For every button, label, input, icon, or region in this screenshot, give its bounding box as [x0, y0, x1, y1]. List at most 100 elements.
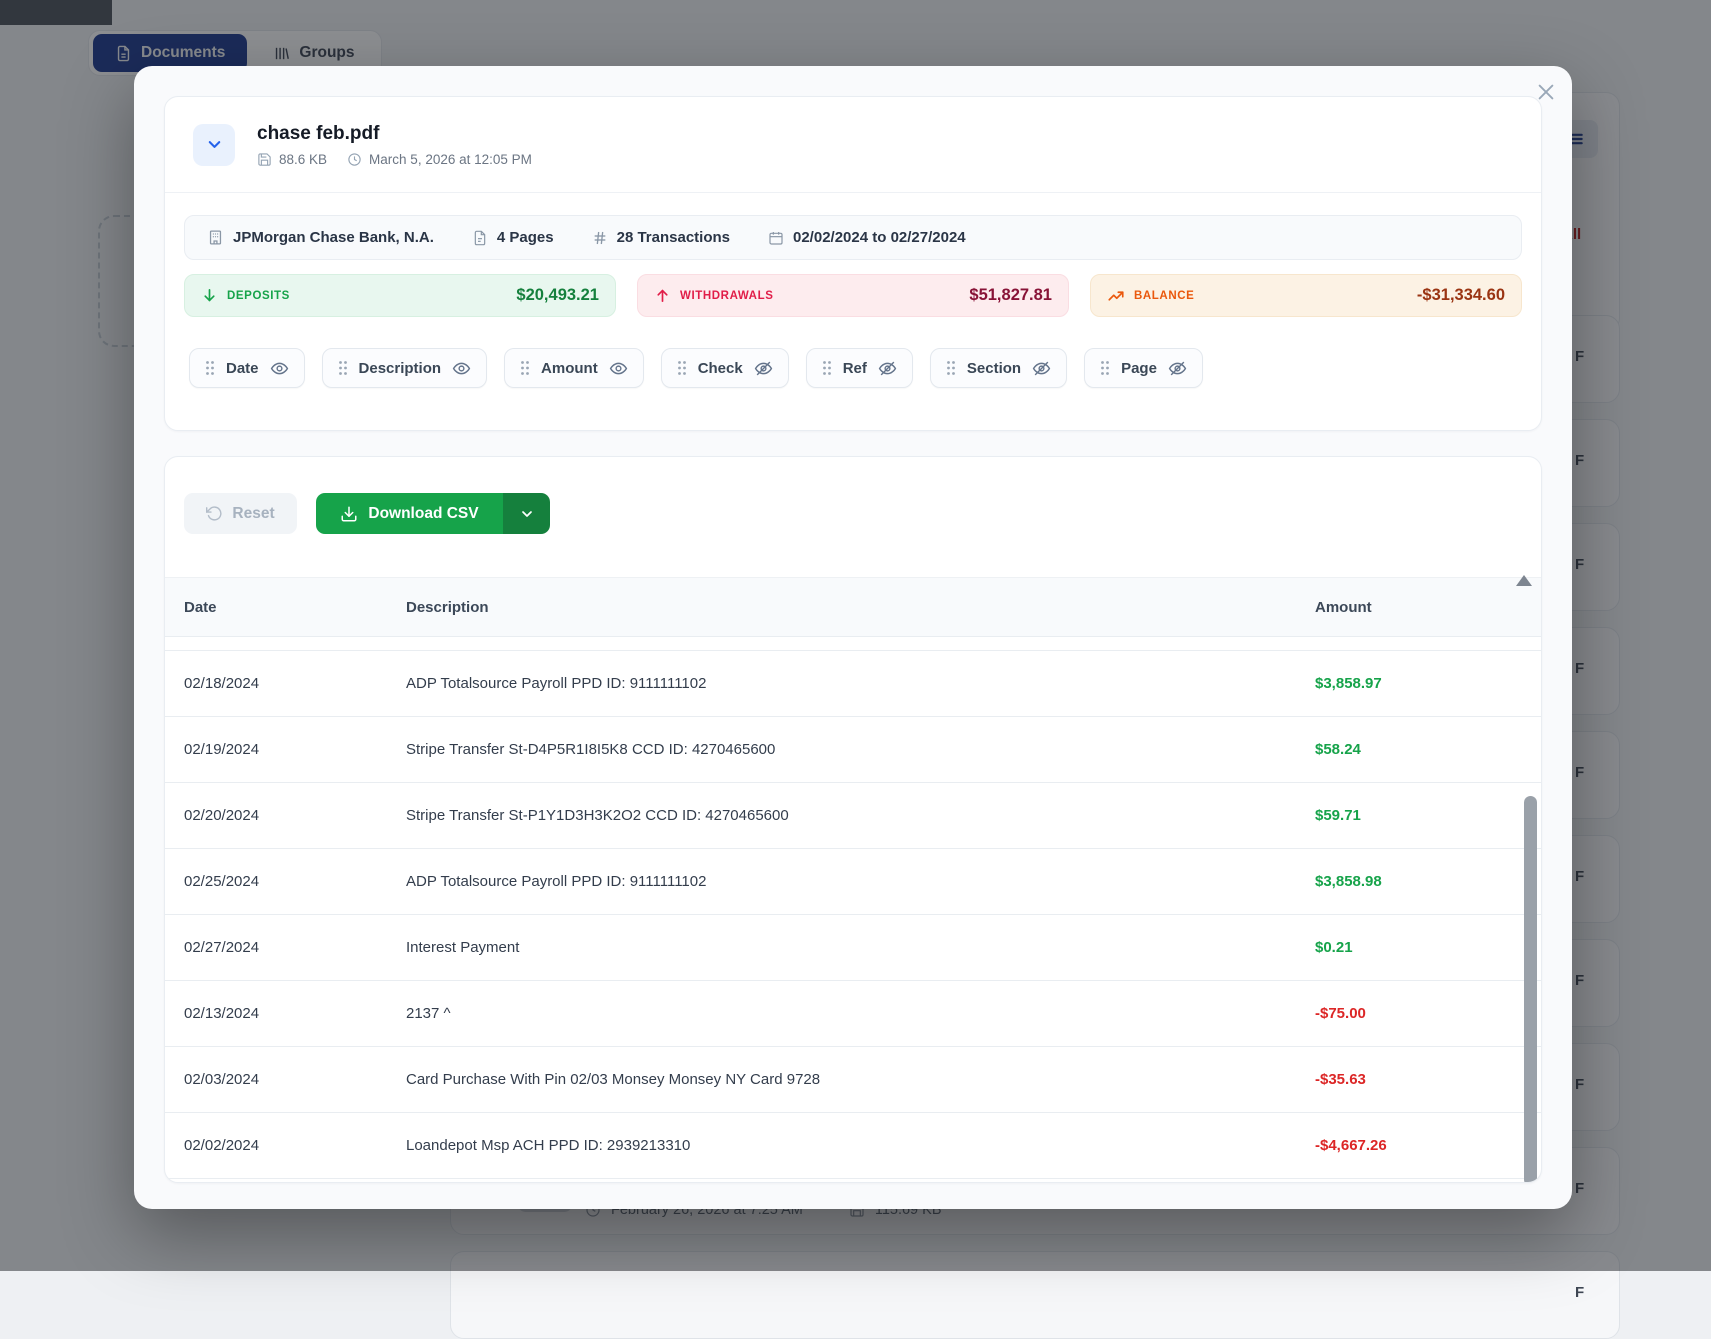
trend-up-icon [1107, 287, 1125, 305]
eye-icon[interactable] [270, 359, 289, 378]
collapse-toggle-button[interactable] [193, 124, 235, 166]
transaction-date: 02/03/2024 [184, 1071, 406, 1088]
transaction-description: Interest Payment [406, 939, 1315, 956]
page-count-item: 4 Pages [472, 229, 554, 246]
transaction-date: 02/19/2024 [184, 741, 406, 758]
file-modified-item: March 5, 2026 at 12:05 PM [347, 152, 532, 167]
column-chip-label: Check [698, 360, 743, 377]
scroll-up-arrow[interactable] [1516, 575, 1532, 586]
transaction-amount: $59.71 [1315, 807, 1522, 824]
drag-handle-icon[interactable] [520, 360, 530, 376]
file-header-row: chase feb.pdf 88.6 KB March 5, 2026 at 1… [165, 97, 1541, 193]
reset-button[interactable]: Reset [184, 493, 297, 534]
table-row: 02/03/2024 Card Purchase With Pin 02/03 … [165, 1047, 1541, 1113]
drag-handle-icon[interactable] [822, 360, 832, 376]
table-row: 02/27/2024 Interest Payment $0.21 [165, 915, 1541, 981]
arrow-down-icon [201, 287, 218, 304]
summary-cards-row: DEPOSITS $20,493.21 WITHDRAWALS $51,827.… [184, 274, 1522, 317]
transaction-amount: -$75.00 [1315, 1005, 1522, 1022]
calendar-icon [768, 230, 784, 246]
page-count: 4 Pages [497, 229, 554, 246]
summary-card: WITHDRAWALS $51,827.81 [637, 274, 1069, 317]
column-chip-label: Amount [541, 360, 598, 377]
drag-handle-icon[interactable] [677, 360, 687, 376]
disk-icon [257, 152, 272, 167]
table-row: 02/25/2024 ADP Totalsource Payroll PPD I… [165, 849, 1541, 915]
transaction-count: 28 Transactions [617, 229, 730, 246]
column-toggle-chip[interactable]: Page [1084, 348, 1203, 388]
download-icon [340, 505, 358, 523]
scrollbar-thumb[interactable] [1524, 796, 1537, 1183]
date-range-item: 02/02/2024 to 02/27/2024 [768, 229, 966, 246]
transaction-date: 02/02/2024 [184, 1137, 406, 1154]
column-toggle-chip[interactable]: Ref [806, 348, 913, 388]
table-row: 02/18/2024 ADP Totalsource Payroll PPD I… [165, 651, 1541, 717]
column-toggle-chip[interactable]: Date [189, 348, 305, 388]
summary-label: DEPOSITS [227, 290, 290, 302]
drag-handle-icon[interactable] [946, 360, 956, 376]
transaction-description: Card Purchase With Pin 02/03 Monsey Mons… [406, 1071, 1315, 1088]
bank-name-item: JPMorgan Chase Bank, N.A. [207, 229, 434, 246]
date-range: 02/02/2024 to 02/27/2024 [793, 229, 966, 246]
transaction-description: Stripe Transfer St-D4P5R1I8I5K8 CCD ID: … [406, 741, 1315, 758]
header-amount: Amount [1315, 599, 1522, 616]
download-csv-label: Download CSV [368, 505, 478, 523]
transaction-amount: $3,858.97 [1315, 675, 1522, 692]
transaction-date: 02/27/2024 [184, 939, 406, 956]
summary-value: $20,493.21 [516, 286, 599, 305]
column-chip-label: Ref [843, 360, 867, 377]
transaction-description: 2137 ^ [406, 1005, 1315, 1022]
transaction-description: Loandepot Msp ACH PPD ID: 2939213310 [406, 1137, 1315, 1154]
file-size-item: 88.6 KB [257, 152, 327, 167]
summary-label: WITHDRAWALS [680, 290, 773, 302]
table-header-row: Date Description Amount [165, 577, 1541, 637]
transaction-description: Stripe Transfer St-P1Y1D3H3K2O2 CCD ID: … [406, 807, 1315, 824]
transaction-description: ADP Totalsource Payroll PPD ID: 91111111… [406, 873, 1315, 890]
file-icon [472, 230, 488, 246]
header-description: Description [406, 599, 1315, 616]
summary-value: -$31,334.60 [1417, 286, 1505, 305]
eye-off-icon[interactable] [754, 359, 773, 378]
column-chip-label: Description [359, 360, 442, 377]
summary-card: BALANCE -$31,334.60 [1090, 274, 1522, 317]
clipped-row-edge [165, 637, 1541, 651]
pdf-badge-tail: F [1575, 1284, 1584, 1301]
eye-off-icon[interactable] [1032, 359, 1051, 378]
transaction-count-item: 28 Transactions [592, 229, 730, 246]
table-row: 02/20/2024 Stripe Transfer St-P1Y1D3H3K2… [165, 783, 1541, 849]
column-chip-label: Section [967, 360, 1021, 377]
table-row: 02/19/2024 Stripe Transfer St-D4P5R1I8I5… [165, 717, 1541, 783]
document-detail-modal: chase feb.pdf 88.6 KB March 5, 2026 at 1… [134, 66, 1572, 1209]
column-toggle-chip[interactable]: Amount [504, 348, 644, 388]
transaction-date: 02/13/2024 [184, 1005, 406, 1022]
download-csv-split-button: Download CSV [316, 493, 550, 534]
transaction-amount: -$35.63 [1315, 1071, 1522, 1088]
eye-off-icon[interactable] [1168, 359, 1187, 378]
chevron-down-icon [519, 506, 535, 522]
column-toggle-chip[interactable]: Description [322, 348, 488, 388]
transaction-amount: -$4,667.26 [1315, 1137, 1522, 1154]
download-csv-button[interactable]: Download CSV [316, 493, 503, 534]
transaction-amount: $3,858.98 [1315, 873, 1522, 890]
statement-meta-strip: JPMorgan Chase Bank, N.A. 4 Pages 28 Tra… [184, 215, 1522, 260]
eye-icon[interactable] [452, 359, 471, 378]
drag-handle-icon[interactable] [205, 360, 215, 376]
rotate-ccw-icon [206, 505, 223, 522]
transaction-amount: $0.21 [1315, 939, 1522, 956]
column-chips-row: Date Description Amount Check [189, 348, 1522, 388]
drag-handle-icon[interactable] [1100, 360, 1110, 376]
drag-handle-icon[interactable] [338, 360, 348, 376]
column-toggle-chip[interactable]: Section [930, 348, 1067, 388]
table-toolbar: Reset Download CSV [165, 457, 1541, 534]
chevron-down-icon [205, 135, 224, 154]
transactions-card: Reset Download CSV Date Description [164, 456, 1542, 1183]
eye-off-icon[interactable] [878, 359, 897, 378]
column-toggle-chip[interactable]: Check [661, 348, 789, 388]
download-options-button[interactable] [503, 493, 550, 534]
eye-icon[interactable] [609, 359, 628, 378]
bank-name: JPMorgan Chase Bank, N.A. [233, 229, 434, 246]
transaction-amount: $58.24 [1315, 741, 1522, 758]
file-modified: March 5, 2026 at 12:05 PM [369, 152, 532, 167]
file-summary-card: chase feb.pdf 88.6 KB March 5, 2026 at 1… [164, 96, 1542, 431]
bank-building-icon [207, 229, 224, 246]
